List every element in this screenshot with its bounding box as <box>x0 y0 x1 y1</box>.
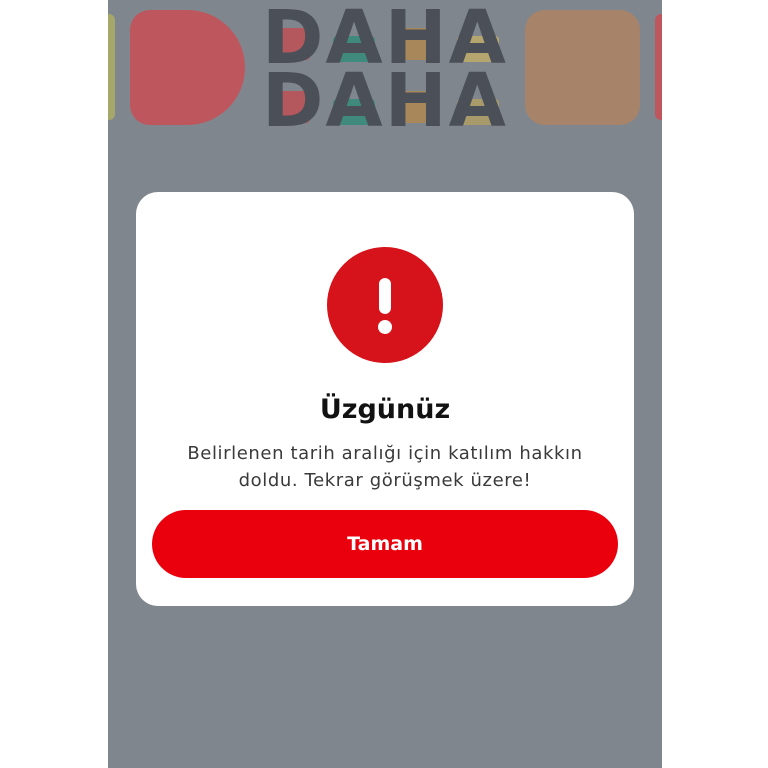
dialog-message-line: doldu. Tekrar görüşmek üzere! <box>238 470 532 491</box>
decorative-shape-d <box>130 10 245 125</box>
app-screen: DAHA DAHA Üzgünüz Belirlenen tarih aralı… <box>108 0 662 768</box>
dialog-title: Üzgünüz <box>319 394 451 425</box>
dialog-message: Belirlenen tarih aralığı için katılım ha… <box>136 440 634 494</box>
logo-text-line-2: DAHA <box>262 58 508 144</box>
exclamation-bar <box>379 278 391 314</box>
exclamation-dot <box>378 320 392 334</box>
exclamation-icon <box>327 247 443 363</box>
alert-dialog: Üzgünüz Belirlenen tarih aralığı için ka… <box>136 192 634 606</box>
decorative-shape-left <box>108 14 115 120</box>
decorative-shape-square <box>525 10 640 125</box>
dialog-message-line: Belirlenen tarih aralığı için katılım ha… <box>187 443 583 464</box>
ok-button[interactable]: Tamam <box>152 510 618 578</box>
decorative-shape-right <box>655 14 662 120</box>
